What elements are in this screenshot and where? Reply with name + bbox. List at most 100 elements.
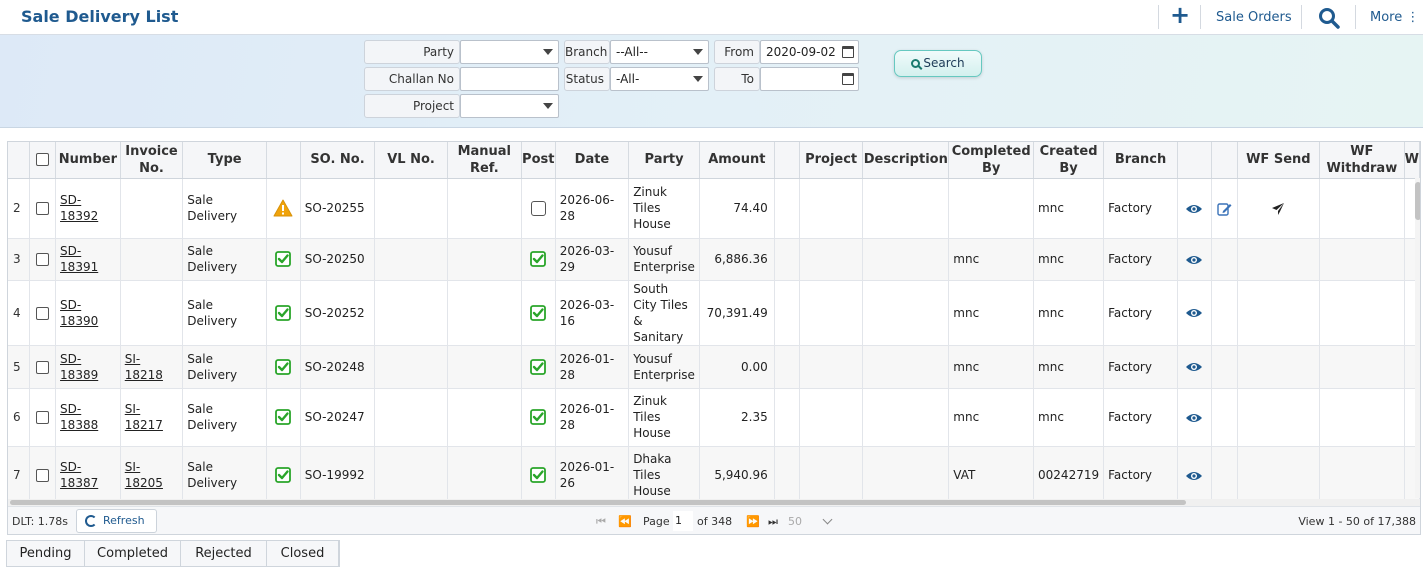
invoice-link[interactable]: SI-18205 [125, 460, 163, 490]
col-date[interactable]: Date [555, 142, 630, 179]
post-checkbox[interactable] [530, 201, 546, 216]
project-select[interactable] [460, 94, 559, 118]
col-wf-withdraw[interactable]: WF Withdraw [1319, 142, 1405, 179]
calendar-icon[interactable] [842, 46, 854, 58]
branch-select[interactable]: --All-- [610, 40, 709, 64]
search-icon[interactable] [1318, 7, 1340, 29]
col-post[interactable]: Post [521, 142, 556, 179]
table-row[interactable]: 5 SD-18389 SI-18218 Sale Delivery SO-20248 20… [8, 345, 1420, 389]
page-size-select[interactable]: 50 [788, 515, 802, 528]
col-amount[interactable]: Amount [699, 142, 775, 179]
eye-icon[interactable] [1185, 254, 1203, 266]
row-checkbox[interactable] [36, 253, 50, 266]
row-checkbox[interactable] [36, 469, 50, 482]
type-cell: Sale Delivery [182, 238, 267, 281]
sale-orders-link[interactable]: Sale Orders [1216, 10, 1292, 25]
select-all-checkbox[interactable] [36, 153, 50, 167]
tab-completed[interactable]: Completed [85, 541, 181, 566]
invoice-link[interactable]: SI-18218 [125, 352, 163, 382]
first-page-icon[interactable]: ⏮ [596, 515, 606, 529]
col-status-icon [266, 142, 301, 179]
col-invoice-no[interactable]: Invoice No. [120, 142, 184, 179]
col-project[interactable]: Project [799, 142, 864, 179]
table-row[interactable]: 4 SD-18390 Sale Delivery SO-20252 2026-03-16… [8, 280, 1420, 346]
completed-by-cell [948, 178, 1035, 239]
filter-panel: Party Branch --All-- From 2020-09-02 Cha… [0, 35, 1423, 128]
chevron-down-icon[interactable] [822, 514, 833, 525]
eye-icon[interactable] [1185, 307, 1203, 319]
horizontal-scroll-thumb[interactable] [10, 500, 1186, 505]
refresh-button[interactable]: Refresh [76, 509, 157, 533]
wf-send-cell [1237, 280, 1321, 346]
challan-input[interactable] [460, 67, 559, 91]
row-checkbox[interactable] [36, 360, 50, 374]
from-date-field[interactable]: 2020-09-02 [760, 40, 859, 64]
prev-page-icon[interactable]: ⏪ [618, 515, 632, 528]
view-cell [1177, 178, 1212, 239]
table-row[interactable]: 6 SD-18388 SI-18217 Sale Delivery SO-20247 20… [8, 388, 1420, 447]
col-completed-by[interactable]: Completed By [948, 142, 1035, 179]
col-vl-no[interactable]: VL No. [374, 142, 448, 179]
eye-icon[interactable] [1185, 470, 1203, 482]
row-select[interactable] [29, 446, 57, 505]
delivery-number-link[interactable]: SD-18391 [60, 244, 98, 274]
col-created-by[interactable]: Created By [1033, 142, 1105, 179]
col-select-all[interactable] [29, 142, 57, 179]
row-select[interactable] [29, 178, 57, 239]
calendar-icon[interactable] [842, 73, 854, 85]
eye-icon[interactable] [1185, 361, 1203, 373]
horizontal-scrollbar[interactable] [8, 499, 1420, 506]
col-type[interactable]: Type [182, 142, 267, 179]
edit-cell [1211, 238, 1238, 281]
vl-number-cell [374, 388, 448, 447]
send-icon[interactable] [1271, 202, 1285, 216]
table-row[interactable]: 3 SD-18391 Sale Delivery SO-20250 2026-03-29… [8, 238, 1420, 281]
col-wf-send[interactable]: WF Send [1237, 142, 1321, 179]
row-checkbox[interactable] [36, 202, 50, 215]
delivery-number-link[interactable]: SD-18392 [60, 193, 98, 223]
edit-icon[interactable] [1216, 201, 1232, 216]
delivery-number-link[interactable]: SD-18387 [60, 460, 98, 490]
more-menu[interactable]: More ⋮ [1370, 10, 1419, 25]
col-branch[interactable]: Branch [1103, 142, 1178, 179]
view-cell [1177, 388, 1212, 447]
add-button[interactable]: + [1170, 3, 1190, 28]
to-date-field[interactable] [760, 67, 859, 91]
status-select[interactable]: -All- [610, 67, 709, 91]
party-select[interactable] [460, 40, 559, 64]
table-row[interactable]: 7 SD-18387 SI-18205 Sale Delivery SO-19992 20… [8, 446, 1420, 505]
row-select[interactable] [29, 388, 57, 447]
tab-rejected[interactable]: Rejected [181, 541, 267, 566]
wf-send-cell [1237, 238, 1321, 281]
row-select[interactable] [29, 238, 57, 281]
row-checkbox[interactable] [36, 411, 50, 424]
col-so-no[interactable]: SO. No. [300, 142, 376, 179]
eye-icon[interactable] [1185, 412, 1203, 424]
manual-ref-cell [447, 238, 522, 281]
row-checkbox[interactable] [36, 306, 50, 320]
col-number[interactable]: Number [55, 142, 121, 179]
invoice-cell: SI-18218 [120, 345, 184, 389]
eye-icon[interactable] [1185, 203, 1203, 215]
vertical-scroll-thumb[interactable] [1415, 182, 1420, 220]
wf-send-cell [1237, 388, 1321, 447]
next-page-icon[interactable]: ⏩ [746, 515, 760, 528]
branch-value: --All-- [616, 45, 648, 59]
tab-pending[interactable]: Pending [7, 541, 85, 566]
col-manual-ref[interactable]: Manual Ref. [447, 142, 522, 179]
delivery-number-link[interactable]: SD-18388 [60, 402, 98, 432]
table-row[interactable]: 2 SD-18392 Sale Delivery SO-20255 2026-06-28… [8, 178, 1420, 239]
search-button[interactable]: Search [894, 50, 982, 77]
party-label: Party [364, 40, 460, 64]
tab-closed[interactable]: Closed [267, 541, 339, 566]
col-party[interactable]: Party [628, 142, 700, 179]
last-page-icon[interactable]: ⏭ [768, 515, 778, 529]
row-select[interactable] [29, 345, 57, 389]
vertical-scrollbar[interactable] [1415, 178, 1420, 498]
row-select[interactable] [29, 280, 57, 346]
delivery-number-link[interactable]: SD-18389 [60, 352, 98, 382]
col-description[interactable]: Description [862, 142, 950, 179]
delivery-number-link[interactable]: SD-18390 [60, 298, 98, 328]
page-input[interactable]: 1 [673, 511, 693, 531]
invoice-link[interactable]: SI-18217 [125, 402, 163, 432]
